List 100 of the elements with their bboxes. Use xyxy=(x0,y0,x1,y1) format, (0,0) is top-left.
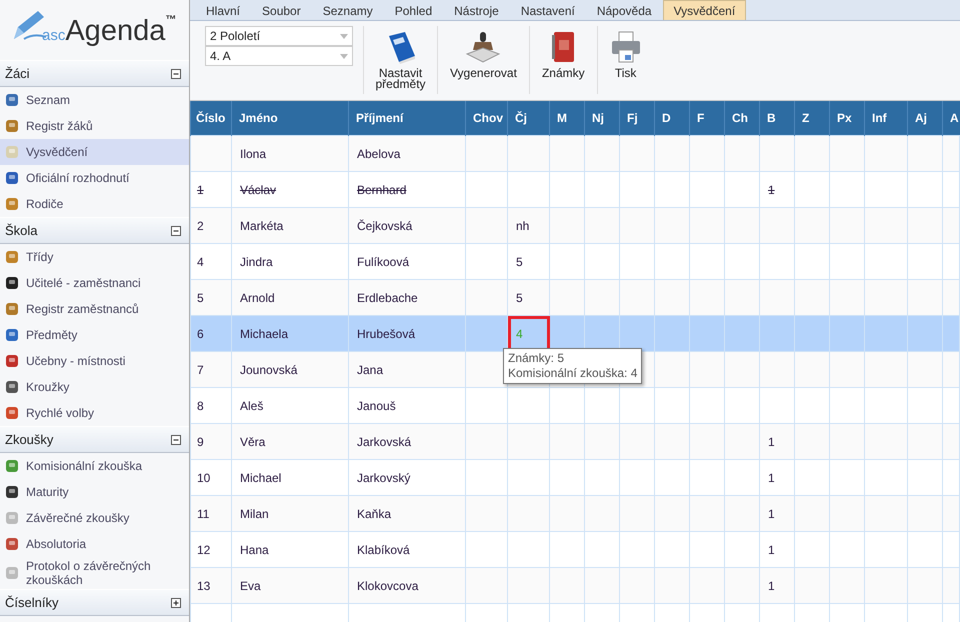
table-cell: 11 xyxy=(197,506,210,520)
column-header[interactable]: Ch xyxy=(724,101,760,136)
dropdown-caret-icon xyxy=(340,34,348,38)
column-header[interactable]: Aj xyxy=(908,101,942,136)
table-cell: Jarkovský xyxy=(357,470,410,484)
table-cell: Bernhard xyxy=(357,182,406,196)
menu-tab[interactable]: Pohled xyxy=(384,0,444,20)
toolbar-button[interactable]: Vygenerovat xyxy=(437,26,529,94)
sidebar-item[interactable]: Registr žáků xyxy=(0,113,189,139)
menu-tab[interactable]: Hlavní xyxy=(195,0,252,20)
sidebar-item[interactable]: Kroužky xyxy=(0,374,189,400)
menu-tab[interactable]: Nástroje xyxy=(443,0,510,20)
table-cell: Arnold xyxy=(240,290,275,304)
table-cell: Klabíková xyxy=(357,542,410,556)
sidebar-item[interactable]: Rychlé volby xyxy=(0,400,189,426)
sidebar-item[interactable]: Registr zaměstnanců xyxy=(0,296,189,322)
sidebar-item[interactable]: Třídy xyxy=(0,244,189,270)
expand-icon[interactable] xyxy=(171,598,181,608)
sidebar-item[interactable]: Komisionální zkouška xyxy=(0,453,189,479)
collapse-icon[interactable] xyxy=(171,434,181,444)
table-cell: 6 xyxy=(197,326,204,340)
column-header[interactable]: Nj xyxy=(584,101,620,136)
table-cell: 1 xyxy=(197,182,204,196)
table-cell: Aleš xyxy=(240,398,264,412)
table-cell: Abelova xyxy=(357,146,400,160)
table-cell: 1 xyxy=(768,578,775,592)
table-cell: Ilona xyxy=(240,146,266,160)
collapse-icon[interactable] xyxy=(171,226,181,236)
menu-tab[interactable]: Nápověda xyxy=(586,0,663,20)
menu-tab[interactable]: Vysvědčení xyxy=(662,0,746,20)
sidebar-item[interactable]: Učitelé - zaměstnanci xyxy=(0,270,189,296)
tooltip-line: Komisionální zkouška: 4 xyxy=(508,366,638,381)
section-header[interactable]: Číselníky xyxy=(0,589,189,616)
table-cell: 8 xyxy=(197,398,204,412)
table-cell: Eva xyxy=(240,578,261,592)
section-header[interactable]: Zkoušky xyxy=(0,426,189,453)
table-cell: Erdlebache xyxy=(357,290,418,304)
table-cell: Věra xyxy=(240,434,266,448)
menu-tab[interactable]: Seznamy xyxy=(312,0,384,20)
section-title: Zkoušky xyxy=(5,432,54,447)
sidebar-item[interactable]: Učebny - místnosti xyxy=(0,348,189,374)
logo-prefix: asc xyxy=(42,27,66,44)
sidebar-item[interactable]: Absolutoria xyxy=(0,531,189,557)
toolbar-button[interactable]: Nastavit předměty xyxy=(363,26,437,94)
table-cell: Milan xyxy=(240,506,269,520)
table-cell: 7 xyxy=(197,362,204,376)
column-header[interactable]: Fj xyxy=(620,101,654,136)
column-header[interactable]: A xyxy=(942,101,960,136)
table-cell: 4 xyxy=(516,326,523,340)
table-cell: Václav xyxy=(240,182,276,196)
table-cell: Hrubešová xyxy=(357,326,416,340)
column-header[interactable]: F xyxy=(690,101,724,136)
sidebar-item[interactable]: Protokol o závěrečných zkouškách xyxy=(0,557,189,589)
column-header[interactable]: D xyxy=(654,101,690,136)
table-cell: Michaela xyxy=(240,326,288,340)
column-header[interactable]: Z xyxy=(794,101,830,136)
column-header[interactable]: M xyxy=(550,101,584,136)
table-cell: 5 xyxy=(197,290,204,304)
table-cell: Markéta xyxy=(240,218,284,232)
table-cell: 1 xyxy=(768,542,775,556)
column-header[interactable]: Čj xyxy=(508,101,550,136)
table-cell: 9 xyxy=(197,434,204,448)
sidebar-item[interactable]: Vysvědčení xyxy=(0,139,189,165)
table-cell: Klokovcova xyxy=(357,578,418,592)
table-cell: 13 xyxy=(197,578,210,592)
column-header[interactable]: Jméno xyxy=(232,101,348,136)
toolbar-button[interactable]: Tisk xyxy=(596,26,654,94)
table-cell: 5 xyxy=(516,290,523,304)
dropdown[interactable]: 4. A xyxy=(205,46,353,66)
table-cell: 2 xyxy=(197,218,204,232)
toolbar-button[interactable]: Známky xyxy=(528,26,597,94)
table-cell: nh xyxy=(516,218,530,232)
column-header[interactable]: B xyxy=(760,101,794,136)
table-cell: Michael xyxy=(240,470,282,484)
sidebar-item[interactable]: Oficiální rozhodnutí xyxy=(0,165,189,191)
section-header[interactable]: Škola xyxy=(0,217,189,244)
sidebar-item[interactable]: Předměty xyxy=(0,322,189,348)
sidebar-item[interactable]: Závěrečné zkoušky xyxy=(0,505,189,531)
table-cell: Jana xyxy=(357,362,384,376)
section-header[interactable]: Žáci xyxy=(0,60,189,87)
sidebar-item[interactable]: Seznam xyxy=(0,87,189,113)
sidebar-item[interactable]: Rodiče xyxy=(0,191,189,217)
sidebar-item[interactable]: Maturity xyxy=(0,479,189,505)
menu-tab[interactable]: Nastavení xyxy=(510,0,586,20)
trademark-sign: ™ xyxy=(165,14,176,26)
menu-tab[interactable]: Soubor xyxy=(251,0,312,20)
table-cell: 1 xyxy=(768,470,775,484)
section-title: Číselníky xyxy=(5,595,58,610)
collapse-icon[interactable] xyxy=(171,68,181,78)
column-header[interactable]: Příjmení xyxy=(348,101,466,136)
table-cell: 1 xyxy=(768,434,775,448)
table-cell: 12 xyxy=(197,542,210,556)
table-cell: 5 xyxy=(516,254,523,268)
dropdown[interactable]: 2 Pololetí xyxy=(205,26,353,46)
column-header[interactable]: Číslo xyxy=(190,101,232,136)
column-header[interactable]: Inf xyxy=(864,101,908,136)
column-header[interactable]: Chov xyxy=(466,101,508,136)
table-cell: Janouš xyxy=(357,398,396,412)
column-header[interactable]: Px xyxy=(830,101,864,136)
table-cell: 1 xyxy=(768,182,775,196)
